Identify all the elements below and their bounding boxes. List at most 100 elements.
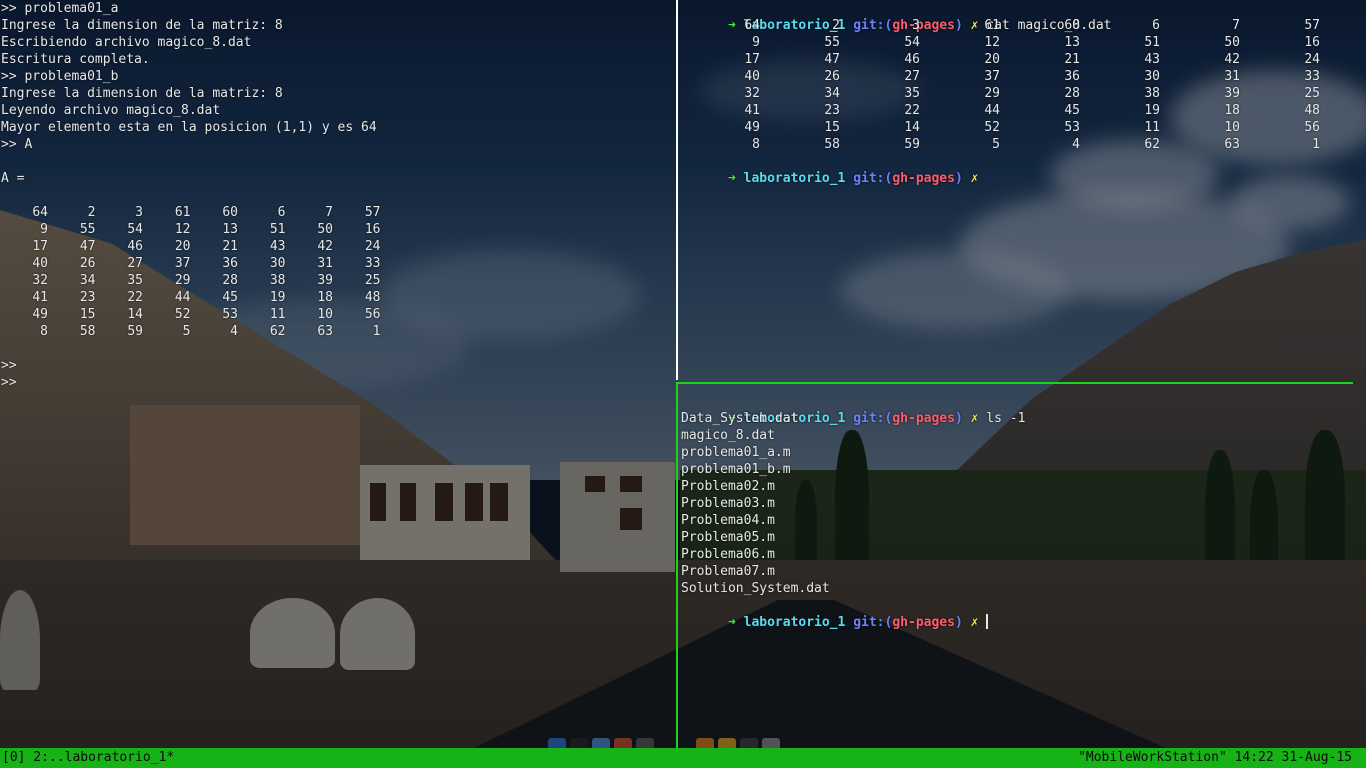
console-line: >>: [1, 375, 17, 390]
console-line: A =: [1, 171, 25, 186]
matrix-cell: 46: [904, 52, 920, 67]
prompt-git-label: git:: [853, 615, 885, 630]
matrix-cell: 39: [1224, 86, 1240, 101]
matrix-cell: 8: [752, 137, 760, 152]
file-list-item: Problema07.m: [681, 564, 775, 579]
matrix-cell: 33: [1304, 69, 1320, 84]
terminal-pane-left[interactable]: >> problema01_a Ingrese la dimension de l…: [0, 0, 676, 748]
matrix-cell: 17: [32, 239, 48, 254]
console-line: Escribiendo archivo magico_8.dat: [1, 35, 252, 50]
matrix-cell: 13: [222, 222, 238, 237]
matrix-cell: 27: [127, 256, 143, 271]
matrix-cell: 5: [182, 324, 191, 339]
prompt-paren: ): [954, 171, 963, 186]
matrix-cell: 1: [1312, 137, 1320, 152]
matrix-cell: 26: [79, 256, 96, 271]
matrix-cell: 25: [1304, 86, 1320, 101]
matrix-cell: 48: [1304, 103, 1320, 118]
matrix-cell: 12: [984, 35, 1000, 50]
matrix-cell: 18: [1224, 103, 1240, 118]
prompt-git-label: git:: [853, 171, 885, 186]
matrix-cell: 22: [127, 290, 143, 305]
matrix-row: 8 58 59 5 4 62 63 1: [678, 136, 1366, 153]
matrix-cell: 37: [174, 256, 191, 271]
matrix-cell: 45: [222, 290, 238, 305]
matrix-cell: 64: [32, 205, 48, 220]
matrix-cell: 46: [127, 239, 143, 254]
matrix-row: 8 58 59 5 4 62 63 1: [0, 323, 676, 340]
matrix-row: 32 34 35 29 28 38 39 25: [0, 272, 676, 289]
matrix-cell: 21: [222, 239, 238, 254]
matrix-cell: 14: [904, 120, 920, 135]
matrix-cell: 57: [1304, 18, 1320, 33]
matrix-cell: 47: [79, 239, 96, 254]
console-line: Ingrese la dimension de la matriz: 8: [1, 18, 283, 33]
matrix-cell: 49: [32, 307, 48, 322]
matrix-cell: 28: [1064, 86, 1080, 101]
shell-prompt-active[interactable]: ➜ laboratorio_1 git:(gh-pages) ✗: [678, 597, 1366, 630]
matrix-cell: 55: [824, 35, 840, 50]
matrix-cell: 24: [1304, 52, 1320, 67]
matrix-cell: 11: [269, 307, 286, 322]
matrix-cell: 36: [1064, 69, 1080, 84]
matrix-cell: 43: [1144, 52, 1160, 67]
shell-prompt: ➜ laboratorio_1 git:(gh-pages) ✗: [678, 153, 1366, 186]
matrix-cell: 34: [824, 86, 840, 101]
text-cursor[interactable]: [986, 614, 989, 629]
matrix-cell: 23: [824, 103, 840, 118]
matrix-row: 32 34 35 29 28 38 39 25: [678, 85, 1366, 102]
matrix-cell: 13: [1064, 35, 1080, 50]
terminal-pane-top-right[interactable]: ➜ laboratorio_1 git:(gh-pages) ✗ cat mag…: [678, 0, 1366, 380]
matrix-cell: 9: [752, 35, 760, 50]
matrix-row: 64 2 3 61 60 6 7 57: [678, 17, 1366, 34]
matrix-cell: 10: [317, 307, 333, 322]
matrix-cell: 7: [325, 205, 333, 220]
file-list-item: Problema06.m: [681, 547, 775, 562]
matrix-cell: 62: [1144, 137, 1160, 152]
matrix-cell: 16: [1304, 35, 1320, 50]
matrix-cell: 60: [1064, 18, 1080, 33]
matrix-cell: 31: [317, 256, 333, 271]
console-line: >> problema01_b: [1, 69, 119, 84]
matrix-cell: 61: [174, 205, 191, 220]
prompt-paren: ): [954, 615, 963, 630]
file-list-item: Problema02.m: [681, 479, 775, 494]
matrix-cell: 14: [127, 307, 143, 322]
matrix-row: 41 23 22 44 45 19 18 48: [0, 289, 676, 306]
window-list[interactable]: [0] 2:..laboratorio_1*: [0, 748, 174, 768]
matrix-cell: 3: [135, 205, 143, 220]
matrix-cell: 8: [40, 324, 48, 339]
matrix-cell: 52: [984, 120, 1000, 135]
matrix-cell: 17: [744, 52, 760, 67]
file-list-item: Solution_System.dat: [681, 581, 830, 596]
matrix-cell: 64: [744, 18, 760, 33]
matrix-cell: 29: [174, 273, 191, 288]
terminal-pane-bottom-right[interactable]: ➜ laboratorio_1 git:(gh-pages) ✗ ls -1 D…: [678, 384, 1366, 748]
matrix-cell: 44: [174, 290, 191, 305]
matrix-cell: 32: [744, 86, 760, 101]
matrix-cell: 6: [1152, 18, 1160, 33]
matrix-cell: 51: [269, 222, 286, 237]
shell-command: ls -1: [986, 411, 1026, 426]
matrix-cell: 42: [317, 239, 333, 254]
matrix-row: 49 15 14 52 53 11 10 56: [0, 306, 676, 323]
matrix-cell: 40: [744, 69, 760, 84]
matrix-cell: 35: [904, 86, 920, 101]
matrix-cell: 52: [174, 307, 191, 322]
matrix-cell: 56: [1304, 120, 1320, 135]
matrix-cell: 63: [317, 324, 333, 339]
status-host-time: "MobileWorkStation" 14:22 31-Aug-15: [1078, 750, 1352, 765]
matrix-row: 49 15 14 52 53 11 10 56: [678, 119, 1366, 136]
matrix-output: 64 2 3 61 60 6 7 57 9 55 54 12 13 51 50 16 17 47 46 20 21 43 4…: [678, 17, 1366, 153]
matrix-cell: 50: [1224, 35, 1240, 50]
matrix-row: 9 55 54 12 13 51 50 16: [0, 221, 676, 238]
matrix-row: 40 26 27 37 36 30 31 33: [678, 68, 1366, 85]
matrix-row: 17 47 46 20 21 43 42 24: [678, 51, 1366, 68]
matrix-cell: 35: [127, 273, 143, 288]
prompt-directory: laboratorio_1: [743, 171, 846, 186]
matrix-cell: 15: [824, 120, 840, 135]
matrix-cell: 50: [317, 222, 333, 237]
matrix-cell: 24: [364, 239, 381, 254]
